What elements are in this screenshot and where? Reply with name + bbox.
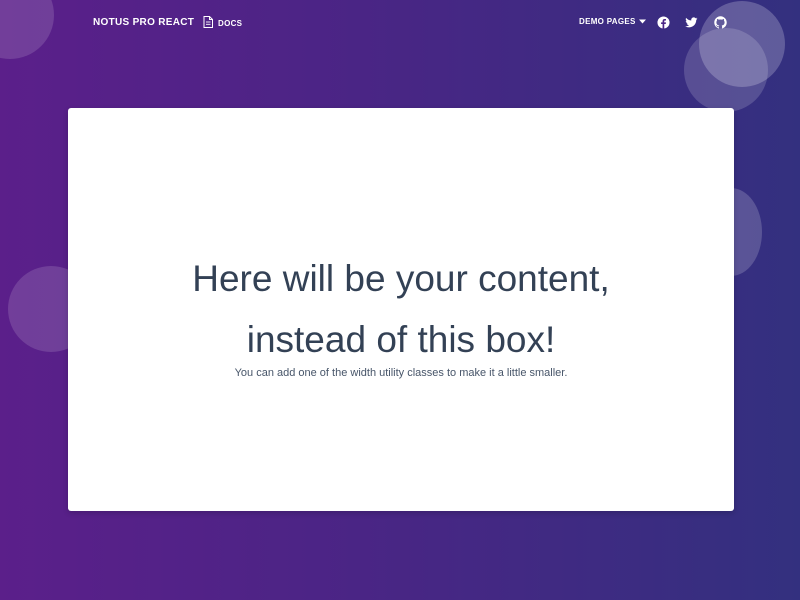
card-heading-line-1: Here will be your content,	[192, 258, 610, 299]
top-navbar: NOTUS PRO REACT DOCS DEMO PAGES	[0, 0, 800, 46]
facebook-link[interactable]	[657, 16, 670, 29]
docs-label: DOCS	[218, 18, 243, 28]
github-icon	[714, 16, 727, 29]
twitter-link[interactable]	[685, 16, 698, 29]
demo-pages-dropdown[interactable]: DEMO PAGES	[579, 17, 646, 26]
card-heading: Here will be your content, instead of th…	[68, 248, 734, 370]
card-subtext: You can add one of the width utility cla…	[234, 367, 568, 379]
twitter-icon	[685, 16, 698, 29]
github-link[interactable]	[714, 16, 727, 29]
content-card: Here will be your content, instead of th…	[68, 108, 734, 511]
docs-link[interactable]: DOCS	[203, 16, 242, 30]
caret-down-icon	[638, 17, 646, 26]
facebook-icon	[657, 16, 670, 29]
brand-link[interactable]: NOTUS PRO REACT	[93, 17, 194, 28]
demo-pages-label: DEMO PAGES	[579, 17, 636, 26]
document-icon	[203, 16, 213, 30]
page-background: NOTUS PRO REACT DOCS DEMO PAGES Here wil…	[0, 0, 800, 600]
card-heading-line-2: instead of this box!	[246, 319, 556, 360]
